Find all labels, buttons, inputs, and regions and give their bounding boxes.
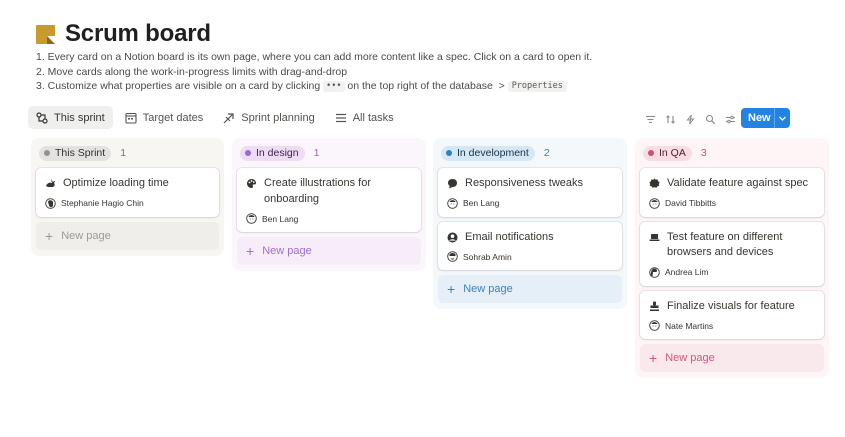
person-name: David Tibbitts xyxy=(665,198,717,208)
calendar-icon xyxy=(125,112,137,124)
tab-target-dates[interactable]: Target dates xyxy=(117,106,212,129)
palette-icon xyxy=(246,178,257,189)
person-name: Andrea Lim xyxy=(665,267,709,277)
card-title: Finalize visuals for feature xyxy=(667,299,795,312)
chat-icon xyxy=(447,178,458,189)
sort-icon[interactable] xyxy=(661,110,679,128)
card-title: Validate feature against spec xyxy=(667,177,809,189)
tab-sprint-planning[interactable]: Sprint planning xyxy=(215,106,322,129)
new-page-button[interactable]: + New page xyxy=(237,237,421,265)
properties-code: Properties xyxy=(507,81,567,93)
avatar xyxy=(447,251,458,262)
sprint-planning-icon xyxy=(223,112,234,123)
search-icon[interactable] xyxy=(701,110,719,128)
page-icon[interactable] xyxy=(36,24,55,44)
task-card[interactable]: Responsiveness tweaks Ben Lang xyxy=(438,168,622,217)
new-button[interactable]: New xyxy=(741,108,790,128)
instruction-step-3: 3. Customize what properties are visible… xyxy=(36,79,592,94)
avatar xyxy=(45,197,56,209)
avatar xyxy=(649,197,660,209)
board-column-in-design: In design 1 Create illustrations for onb… xyxy=(232,138,426,271)
settings-sliders-icon[interactable] xyxy=(721,110,739,128)
avatar xyxy=(649,320,660,331)
column-count: 2 xyxy=(543,147,550,159)
status-badge[interactable]: In QA xyxy=(643,145,692,161)
tab-all-tasks[interactable]: All tasks xyxy=(327,106,402,129)
list-icon xyxy=(335,113,346,122)
card-title: Responsiveness tweaks xyxy=(465,177,584,189)
tab-label: This sprint xyxy=(54,111,105,124)
column-header[interactable]: In design 1 xyxy=(237,144,421,162)
task-card[interactable]: Create illustrations for onboarding Ben … xyxy=(237,168,421,232)
person-name: Sohrab Amin xyxy=(463,251,512,262)
board-column-in-qa: In QA 3 Validate feature against spec Da… xyxy=(635,138,829,378)
column-count: 1 xyxy=(313,147,320,159)
person-name: Ben Lang xyxy=(262,213,299,224)
card-title: Create illustrations for onboarding xyxy=(264,177,371,205)
person-name: Ben Lang xyxy=(463,198,500,208)
column-count: 1 xyxy=(120,147,127,159)
status-badge[interactable]: In development xyxy=(441,145,535,161)
avatar xyxy=(246,213,257,224)
board-column-in-development: In development 2 Responsiveness tweaks B… xyxy=(433,138,627,309)
tab-label: All tasks xyxy=(352,111,394,124)
task-card[interactable]: Optimize loading time Stephanie Hagio Ch… xyxy=(36,168,219,217)
instruction-step-2: 2. Move cards along the work-in-progress… xyxy=(36,65,348,78)
column-header[interactable]: In development 2 xyxy=(438,144,622,162)
person-name: Nate Martins xyxy=(665,320,714,331)
stamp-icon xyxy=(649,301,660,312)
column-header[interactable]: In QA 3 xyxy=(640,144,824,162)
board-column-this-sprint: This Sprint 1 Optimize loading time Step… xyxy=(31,138,224,256)
database-toolbar xyxy=(639,110,739,128)
person-name: Stephanie Hagio Chin xyxy=(61,198,144,208)
new-page-button[interactable]: + New page xyxy=(640,344,824,372)
laptop-icon xyxy=(649,232,660,243)
status-badge[interactable]: This Sprint xyxy=(39,145,112,161)
card-title: Test feature on different browsers and d… xyxy=(667,230,783,259)
new-page-button[interactable]: + New page xyxy=(36,221,219,250)
card-title: Optimize loading time xyxy=(63,177,169,189)
task-card[interactable]: Email notifications Sohrab Amin xyxy=(438,221,622,270)
new-button-label[interactable]: New xyxy=(741,112,774,124)
more-dots-icon: ••• xyxy=(323,81,345,93)
status-badge[interactable]: In design xyxy=(240,145,305,161)
tab-this-sprint[interactable]: This sprint xyxy=(28,106,113,129)
filter-icon[interactable] xyxy=(641,110,659,128)
instructions: 1. Every card on a Notion board is its o… xyxy=(36,50,592,94)
page-title[interactable]: Scrum board xyxy=(65,20,211,48)
chevron-down-icon[interactable] xyxy=(775,114,790,123)
rabbit-icon xyxy=(45,178,56,189)
avatar xyxy=(447,197,458,209)
card-title: Email notifications xyxy=(465,230,554,243)
tab-label: Sprint planning xyxy=(241,111,315,124)
badge-icon xyxy=(649,178,660,189)
column-header[interactable]: This Sprint 1 xyxy=(36,144,219,162)
avatar xyxy=(649,266,660,278)
lightning-icon[interactable] xyxy=(681,110,699,128)
tab-label: Target dates xyxy=(142,111,204,124)
user-circle-icon xyxy=(447,232,458,243)
view-tabs: This sprint Target dates Sprint planning… xyxy=(28,106,406,129)
new-page-button[interactable]: + New page xyxy=(438,275,622,303)
task-card[interactable]: Finalize visuals for feature Nate Martin… xyxy=(640,290,824,339)
page-header: Scrum board xyxy=(36,20,211,48)
sprint-icon xyxy=(36,111,48,124)
instruction-step-1: 1. Every card on a Notion board is its o… xyxy=(36,51,593,63)
column-count: 3 xyxy=(700,147,707,159)
task-card[interactable]: Validate feature against spec David Tibb… xyxy=(640,168,824,217)
task-card[interactable]: Test feature on different browsers and d… xyxy=(640,221,824,286)
